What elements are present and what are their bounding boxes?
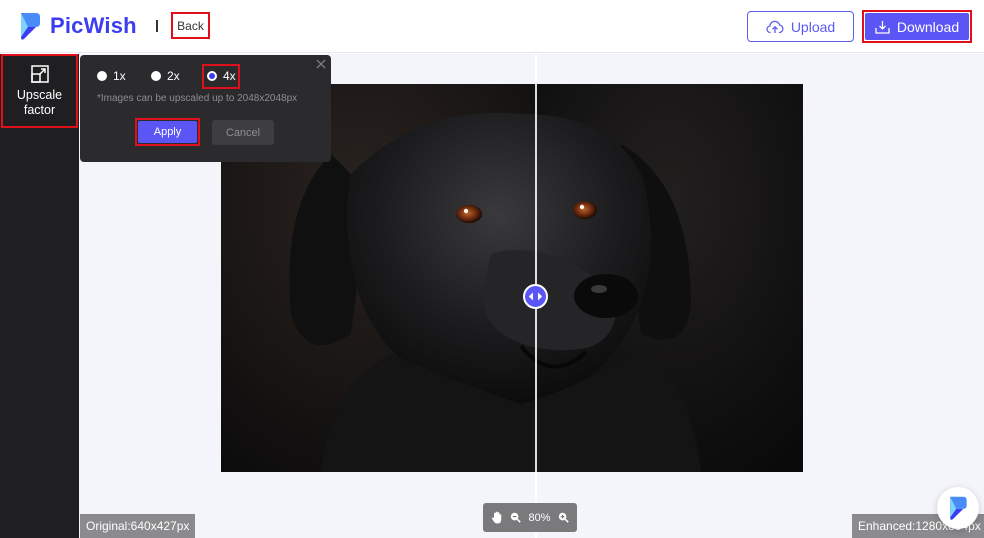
upload-button[interactable]: Upload [747,11,854,42]
header-separator [156,20,158,32]
radio-option-1x[interactable]: 1x [97,69,126,83]
radio-label: 1x [113,69,126,83]
download-label: Download [896,18,960,35]
upload-label: Upload [790,18,836,35]
upscale-icon [30,64,49,83]
picwish-logo-icon [21,13,40,40]
download-button-highlight: Download [862,10,972,43]
apply-button-highlight: Apply [135,118,200,146]
close-icon[interactable] [316,59,326,69]
original-size-label: Original:640x427px [80,514,196,538]
radio-button[interactable] [97,71,107,81]
upscale-factor-label: Upscale factor [16,87,63,117]
download-icon [875,20,890,34]
zoom-level: 80% [528,511,551,524]
cloud-upload-icon [766,20,784,33]
app-name: PicWish [50,13,137,38]
zoom-out-icon [511,512,522,523]
zoom-out-button[interactable] [510,512,522,523]
radio-label: 2x [167,69,180,83]
zoom-in-icon [558,512,569,523]
radio-button[interactable] [151,71,161,81]
picwish-logo-icon [950,496,967,520]
upscale-factor-tool[interactable]: Upscale factor [1,54,78,128]
apply-button[interactable]: Apply [138,121,197,143]
radio-4x-highlight [202,64,240,89]
zoom-toolbar: 80% [483,503,577,532]
top-header: PicWish Back Upload Download [0,0,984,53]
picwish-logo[interactable]: PicWish [18,10,137,42]
back-label: Back [177,18,204,33]
pan-hand-button[interactable] [491,511,503,524]
upscale-note: *Images can be upscaled up to 2048x2048p… [97,93,298,104]
arrows-horizontal-icon [528,292,543,301]
cancel-button[interactable]: Cancel [212,120,274,145]
comparison-slider-handle[interactable] [523,284,548,309]
picwish-assistant-button[interactable] [937,487,979,529]
cancel-label: Cancel [225,126,261,139]
apply-label: Apply [153,126,182,138]
download-button[interactable]: Download [865,13,969,40]
back-link[interactable]: Back [171,12,210,39]
radio-option-2x[interactable]: 2x [151,69,180,83]
zoom-in-button[interactable] [558,512,569,523]
tool-sidebar: Upscale factor [0,54,79,538]
hand-icon [492,511,502,524]
